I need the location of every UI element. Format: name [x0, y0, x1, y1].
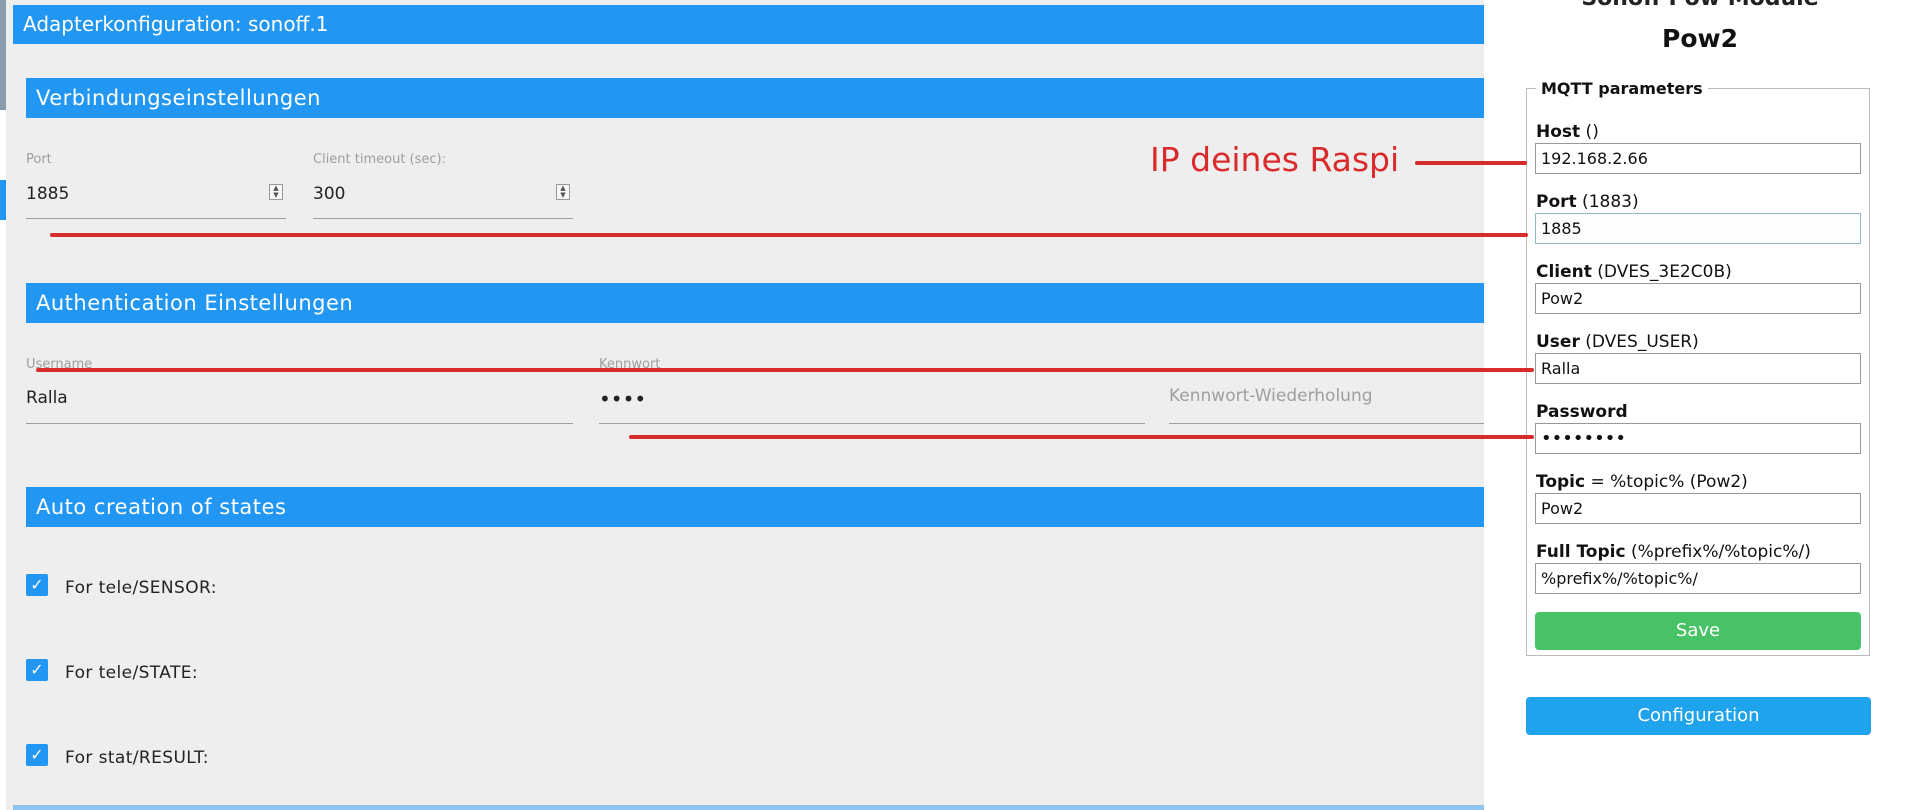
section-auto-header: Auto creation of states — [26, 487, 1484, 527]
checkbox-stat-result[interactable]: ✓ — [26, 744, 48, 766]
username-input[interactable]: Ralla — [26, 388, 566, 408]
checkbox-stat-result-label: For stat/RESULT: — [65, 748, 209, 768]
bottom-bar — [13, 805, 1484, 810]
page-title: Adapterkonfiguration: sonoff.1 — [13, 5, 1484, 44]
tasmota-module-name: Pow2 — [1662, 24, 1738, 53]
host-label: Host () — [1536, 122, 1599, 142]
checkbox-tele-state-label: For tele/STATE: — [65, 663, 199, 683]
timeout-underline — [313, 218, 573, 219]
full-topic-input[interactable]: %prefix%/%topic%/ — [1535, 563, 1861, 594]
password-input[interactable]: •••• — [599, 387, 1139, 411]
port-underline — [26, 218, 286, 219]
password-repeat-input[interactable]: Kennwort-Wiederholung — [1169, 386, 1373, 406]
annotation-line-port — [50, 233, 1528, 237]
save-button[interactable]: Save — [1535, 612, 1861, 650]
user-label: User (DVES_USER) — [1536, 332, 1699, 352]
section-auth-header: Authentication Einstellungen — [26, 283, 1484, 323]
mqtt-password-input[interactable]: •••••••• — [1535, 423, 1861, 454]
port-label: Port — [26, 152, 52, 167]
checkbox-tele-sensor-label: For tele/SENSOR: — [65, 578, 217, 598]
topic-label: Topic = %topic% (Pow2) — [1536, 472, 1748, 492]
section-connection-header: Verbindungseinstellungen — [26, 78, 1484, 118]
mqtt-port-input[interactable]: 1885 — [1535, 213, 1861, 244]
client-input[interactable]: Pow2 — [1535, 283, 1861, 314]
client-label: Client (DVES_3E2C0B) — [1536, 262, 1732, 282]
port-input[interactable]: 1885 — [26, 184, 276, 204]
password-repeat-underline — [1169, 423, 1484, 424]
mqtt-legend: MQTT parameters — [1536, 79, 1708, 98]
mqtt-port-label: Port (1883) — [1536, 192, 1639, 212]
full-topic-label: Full Topic (%prefix%/%topic%/) — [1536, 542, 1811, 562]
checkbox-tele-state[interactable]: ✓ — [26, 659, 48, 681]
password-underline — [599, 423, 1145, 424]
port-spinner[interactable]: ▲ ▼ — [269, 184, 283, 200]
annotation-line-password — [629, 435, 1534, 439]
username-underline — [26, 423, 573, 424]
checkbox-tele-sensor[interactable]: ✓ — [26, 574, 48, 596]
annotation-line-host — [1415, 161, 1527, 165]
timeout-label: Client timeout (sec): — [313, 152, 447, 167]
mqtt-password-label: Password — [1536, 402, 1628, 422]
user-input[interactable]: Ralla — [1535, 353, 1861, 384]
timeout-input[interactable]: 300 — [313, 184, 563, 204]
annotation-ip-text: IP deines Raspi — [1150, 140, 1400, 179]
tasmota-page-title: Sonoff Pow Module — [1570, 0, 1830, 11]
timeout-spinner[interactable]: ▲ ▼ — [556, 184, 570, 200]
host-input[interactable]: 192.168.2.66 — [1535, 143, 1861, 174]
configuration-button[interactable]: Configuration — [1526, 697, 1871, 735]
annotation-line-user — [36, 368, 1534, 372]
topic-input[interactable]: Pow2 — [1535, 493, 1861, 524]
